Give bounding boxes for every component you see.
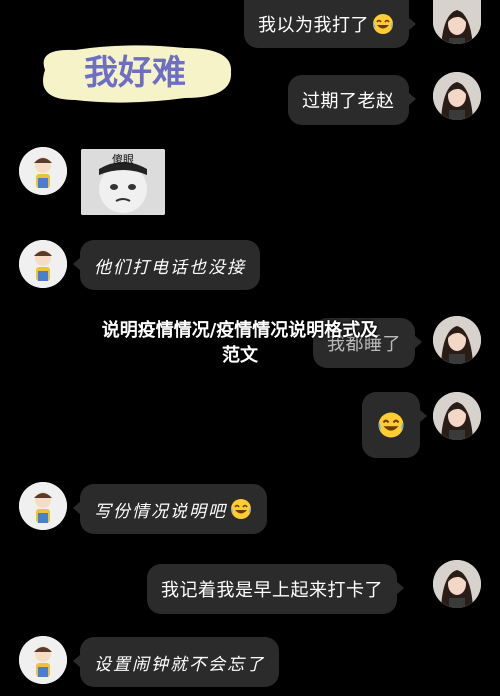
message-bubble-received[interactable]: 写份情况说明吧 — [73, 484, 267, 534]
my-avatar[interactable] — [433, 392, 481, 440]
contact-avatar[interactable] — [19, 482, 67, 530]
laugh-cry-emoji-icon — [373, 14, 393, 34]
message-bubble-sent[interactable]: 我以为我打了 — [244, 0, 416, 48]
my-avatar[interactable] — [433, 72, 481, 120]
contact-avatar[interactable] — [19, 147, 67, 195]
laugh-cry-emoji-icon — [231, 499, 251, 519]
message-text: 设置闹钟就不会忘了 — [94, 654, 265, 675]
sticker-wo-hao-nan[interactable]: 我好难 — [35, 40, 235, 106]
message-bubble-sent[interactable] — [362, 392, 427, 458]
message-text: 写份情况说明吧 — [94, 501, 227, 522]
message-text: 他们打电话也没接 — [94, 257, 246, 278]
contact-avatar[interactable] — [19, 240, 67, 288]
message-text: 我记着我是早上起来打卡了 — [161, 580, 383, 601]
message-bubble-received[interactable]: 设置闹钟就不会忘了 — [73, 637, 279, 687]
contact-avatar[interactable] — [19, 636, 67, 684]
message-bubble-received[interactable]: 他们打电话也没接 — [73, 240, 260, 290]
my-avatar[interactable] — [433, 0, 481, 44]
sticker-text: 我好难 — [84, 53, 186, 93]
overlay-title: 说明疫情情况/疫情情况说明格式及 范文 — [0, 318, 480, 368]
message-bubble-sent[interactable]: 过期了老赵 — [288, 75, 415, 125]
message-text: 过期了老赵 — [302, 91, 395, 112]
message-text: 我以为我打了 — [258, 15, 369, 36]
overlay-title-line2: 范文 — [222, 345, 258, 366]
laugh-cry-emoji-icon — [378, 412, 404, 438]
overlay-title-line1: 说明疫情情况/疫情情况说明格式及 — [101, 320, 379, 341]
meme-image[interactable]: 傻眼 — [81, 149, 165, 215]
message-bubble-sent[interactable]: 我记着我是早上起来打卡了 — [147, 564, 404, 614]
meme-caption: 傻眼 — [112, 153, 134, 166]
chat-screen: 我以为我打了 我好难 过期了老赵 傻眼 他们打电话也没接 我都睡了 说明疫情情况… — [0, 0, 500, 696]
my-avatar[interactable] — [433, 560, 481, 608]
